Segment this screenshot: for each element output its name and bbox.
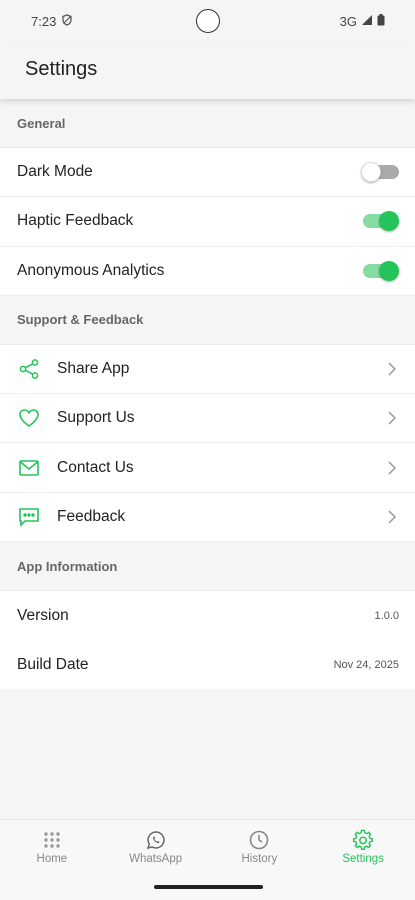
chevron-right-icon [385, 510, 399, 524]
grid-dots-icon [41, 829, 63, 851]
toggle-knob [379, 211, 399, 232]
signal-icon [361, 14, 373, 29]
clock-icon [248, 829, 270, 851]
haptic-feedback-row[interactable]: Haptic Feedback [0, 197, 415, 247]
nav-label-history: History [241, 853, 278, 865]
nav-item-home[interactable]: Home [0, 820, 104, 876]
section-header-general: General [0, 99, 415, 148]
nav-item-history[interactable]: History [208, 820, 312, 876]
page-title: Settings [25, 58, 98, 80]
build-date-label: Build Date [17, 655, 89, 673]
haptic-feedback-label: Haptic Feedback [17, 212, 134, 230]
feedback-row[interactable]: Feedback [0, 492, 415, 543]
section-header-support: Support & Feedback [0, 295, 415, 345]
share-icon [17, 357, 41, 381]
chevron-right-icon [385, 362, 399, 376]
anonymous-analytics-label: Anonymous Analytics [17, 261, 165, 279]
network-type: 3G [339, 13, 357, 29]
dark-mode-row[interactable]: Dark Mode [0, 148, 415, 198]
contact-us-label: Contact Us [57, 458, 134, 476]
nav-label-settings: Settings [342, 853, 384, 865]
build-date-value: Nov 24, 2025 [333, 658, 399, 671]
anonymous-analytics-toggle[interactable] [361, 260, 399, 282]
chat-bubble-icon [17, 505, 41, 529]
share-app-label: Share App [57, 360, 130, 378]
app-bar: Settings [0, 42, 415, 99]
chevron-right-icon [385, 411, 399, 425]
anonymous-analytics-row[interactable]: Anonymous Analytics [0, 246, 415, 296]
version-label: Version [17, 606, 69, 624]
shield-icon [61, 13, 73, 29]
dark-mode-label: Dark Mode [17, 163, 93, 181]
version-value: 1.0.0 [374, 609, 399, 622]
home-indicator[interactable] [154, 885, 263, 889]
bottom-nav: Home WhatsApp History Settings [0, 819, 415, 900]
app-info-group: Version 1.0.0 Build Date Nov 24, 2025 [0, 591, 415, 690]
section-header-app-info: App Information [0, 542, 415, 592]
toggle-knob [361, 162, 381, 183]
nav-label-whatsapp: WhatsApp [129, 853, 183, 865]
contact-us-row[interactable]: Contact Us [0, 443, 415, 493]
gear-icon [352, 829, 374, 851]
status-time: 7:23 [31, 13, 57, 29]
haptic-feedback-toggle[interactable] [361, 210, 399, 232]
whatsapp-icon [145, 829, 167, 851]
dark-mode-toggle[interactable] [361, 161, 399, 183]
share-app-row[interactable]: Share App [0, 344, 415, 395]
settings-list: General Dark Mode Haptic Feedback Anonym… [0, 99, 415, 690]
chevron-right-icon [385, 461, 399, 475]
status-right: 3G [339, 13, 385, 29]
nav-item-settings[interactable]: Settings [311, 820, 415, 876]
heart-icon [17, 406, 41, 430]
support-us-row[interactable]: Support Us [0, 394, 415, 444]
nav-item-whatsapp[interactable]: WhatsApp [104, 820, 208, 876]
toggle-knob [379, 260, 399, 281]
status-left: 7:23 [31, 14, 73, 29]
front-camera [196, 9, 220, 33]
support-us-label: Support Us [57, 409, 135, 427]
battery-icon [377, 13, 385, 29]
nav-label-home: Home [36, 853, 68, 865]
mail-icon [17, 456, 41, 480]
build-date-row: Build Date Nov 24, 2025 [0, 640, 415, 690]
version-row: Version 1.0.0 [0, 591, 415, 641]
feedback-label: Feedback [57, 507, 126, 525]
